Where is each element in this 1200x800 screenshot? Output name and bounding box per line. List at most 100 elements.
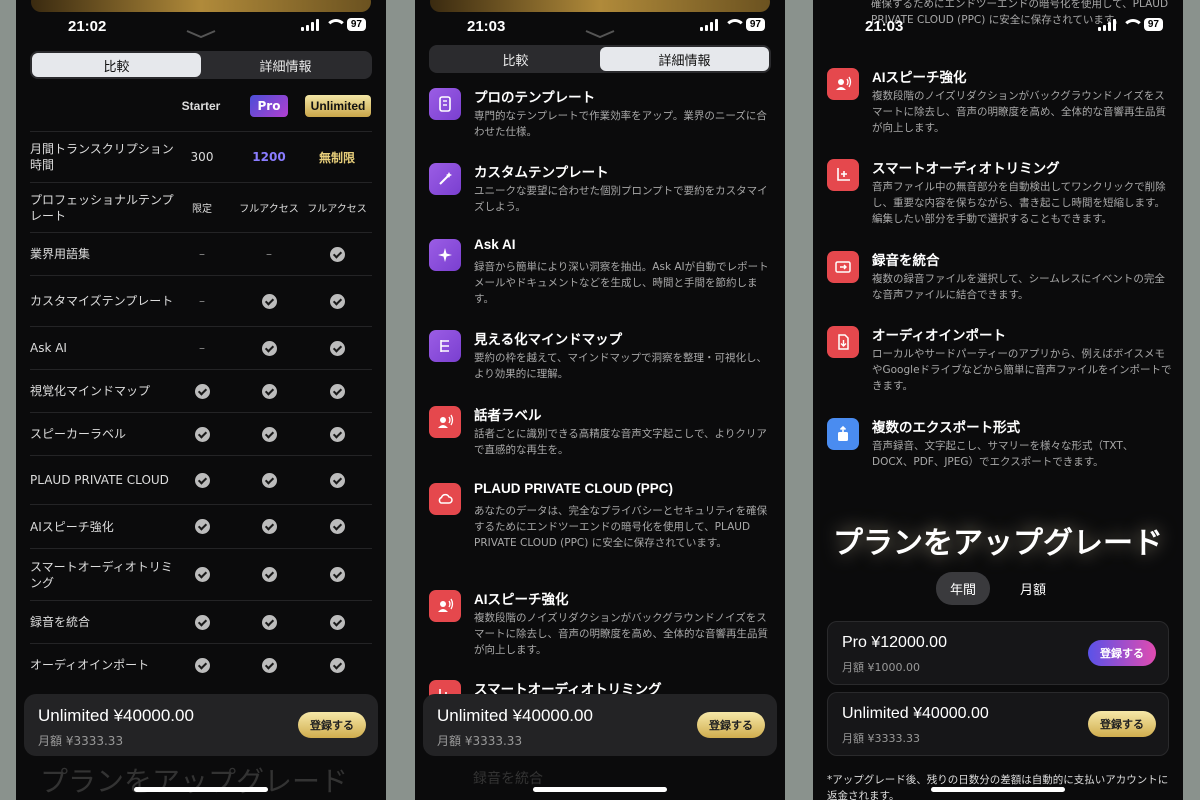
cell-pro: – <box>266 247 272 261</box>
table-row: 視覚化マインドマップ <box>30 369 372 412</box>
tab-details[interactable]: 詳細情報 <box>201 53 370 77</box>
cell-unlimited <box>305 246 369 262</box>
cell-starter: 300 <box>190 150 214 164</box>
table-row: プロフェッショナルテンプレート 限定 フルアクセス フルアクセス <box>30 182 372 232</box>
subscribe-pro-button[interactable]: 登録する <box>1088 640 1156 666</box>
chevron-down-icon[interactable] <box>186 30 216 38</box>
cell-pro <box>237 383 301 399</box>
check-icon <box>261 340 277 356</box>
feature-label: オーディオインポート <box>30 658 150 672</box>
feature-title: スマートオーディオトリミング <box>872 161 1060 176</box>
cell-unlimited <box>305 657 369 673</box>
home-indicator[interactable] <box>533 787 667 792</box>
cell-starter: 限定 <box>192 204 212 215</box>
custom-template-icon <box>429 163 461 195</box>
plan-card-unlimited[interactable]: Unlimited ¥40000.00 月額 ¥3333.33 登録する <box>827 692 1169 756</box>
plan-header-unlimited: Unlimited <box>305 95 371 117</box>
segment-control: 比較 詳細情報 <box>30 51 372 79</box>
feature-description: 音声録音、文字起こし、サマリーを様々な形式（TXT、DOCX、PDF、JPEG）… <box>872 440 1134 468</box>
cell-unlimited <box>305 340 369 356</box>
feature-description: 複数段階のノイズリダクションがバックグラウンドノイズをスマートに除去し、音声の明… <box>474 612 768 656</box>
feature-label: カスタマイズテンプレート <box>30 294 174 308</box>
cell-starter: – <box>199 247 205 261</box>
billing-monthly[interactable]: 月額 <box>1006 572 1060 605</box>
status-bar: 21:03 97 <box>415 12 785 42</box>
signal-icon <box>1097 18 1116 31</box>
wifi-icon <box>324 18 347 31</box>
cell-unlimited <box>305 472 369 488</box>
plan-headers: Starter Pro Unlimited <box>16 95 386 119</box>
home-indicator[interactable] <box>931 787 1065 792</box>
check-icon <box>261 614 277 630</box>
subscribe-button[interactable]: 登録する <box>697 712 765 738</box>
check-icon <box>261 472 277 488</box>
subscribe-unlimited-button[interactable]: 登録する <box>1088 711 1156 737</box>
cell-pro: 1200 <box>252 150 286 164</box>
signal-icon <box>699 18 718 31</box>
cell-pro <box>237 340 301 356</box>
feature-label: プロフェッショナルテンプレート <box>30 192 174 223</box>
speaker-icon <box>429 406 461 438</box>
plan-card-pro[interactable]: Pro ¥12000.00 月額 ¥1000.00 登録する <box>827 621 1169 685</box>
status-bar: 21:03 97 <box>813 12 1183 42</box>
tab-compare[interactable]: 比較 <box>32 53 201 77</box>
check-icon <box>194 426 210 442</box>
feature-description: 音声ファイル中の無音部分を自動検出してワンクリックで削除し、重要な内容を保ちなが… <box>872 181 1166 225</box>
battery-icon: 97 <box>745 18 765 31</box>
plan-name: Unlimited ¥40000.00 <box>437 706 593 725</box>
cell-unlimited <box>305 567 369 582</box>
check-icon <box>194 567 210 582</box>
template-icon <box>429 88 461 120</box>
plan-header-pro: Pro <box>250 95 288 117</box>
table-row: 月間トランスクリプション時間 300 1200 無制限 <box>30 131 372 182</box>
cell-unlimited <box>305 519 369 534</box>
signal-icon <box>300 18 319 31</box>
chevron-down-icon[interactable] <box>585 30 615 38</box>
battery-icon: 97 <box>1143 18 1163 31</box>
check-icon <box>329 246 345 262</box>
cell-unlimited <box>305 293 369 309</box>
check-icon <box>329 472 345 488</box>
feature-title: 録音を統合 <box>872 253 940 268</box>
table-row: AIスピーチ強化 <box>30 504 372 548</box>
check-icon <box>329 293 345 309</box>
cloud-icon <box>429 483 461 515</box>
feature-title: 複数のエクスポート形式 <box>872 420 1021 435</box>
feature-title: オーディオインポート <box>872 328 1007 343</box>
cell-pro <box>237 614 301 630</box>
clock: 21:02 <box>68 18 107 35</box>
cell-unlimited <box>305 614 369 630</box>
subscribe-button[interactable]: 登録する <box>298 712 366 738</box>
check-icon <box>194 614 210 630</box>
feature-label: 録音を統合 <box>30 615 91 629</box>
check-icon <box>329 383 345 399</box>
cell-starter <box>170 472 234 488</box>
feature-title: カスタムテンプレート <box>474 165 609 180</box>
selected-plan-card[interactable]: Unlimited ¥40000.00 月額 ¥3333.33 登録する <box>24 694 378 756</box>
tab-details[interactable]: 詳細情報 <box>600 47 769 71</box>
home-indicator[interactable] <box>134 787 268 792</box>
selected-plan-card[interactable]: Unlimited ¥40000.00 月額 ¥3333.33 登録する <box>423 694 777 756</box>
check-icon <box>194 472 210 488</box>
cell-starter <box>170 614 234 630</box>
feature-title: Ask AI <box>474 237 516 252</box>
feature-description: ユニークな要望に合わせた個別プロンプトで要約をカスタマイズしよう。 <box>474 185 768 213</box>
feature-description: 複数段階のノイズリダクションがバックグラウンドノイズをスマートに除去し、音声の明… <box>872 90 1166 134</box>
import-icon <box>827 326 859 358</box>
battery-icon: 97 <box>346 18 366 31</box>
check-icon <box>329 426 345 442</box>
gold-banner <box>430 0 770 12</box>
tab-compare[interactable]: 比較 <box>431 47 600 71</box>
feature-label: Ask AI <box>30 341 67 355</box>
feature-title: PLAUD PRIVATE CLOUD (PPC) <box>474 481 673 496</box>
status-icons: 97 <box>1097 18 1163 31</box>
feature-description: 専門的なテンプレートで作業効率をアップ。業界のニーズに合わせた仕様。 <box>474 110 767 138</box>
plan-name: Pro ¥12000.00 <box>842 634 947 651</box>
feature-label: AIスピーチ強化 <box>30 519 114 534</box>
billing-toggle: 年間 月額 <box>813 572 1183 605</box>
feature-title: 見える化マインドマップ <box>474 332 623 347</box>
billing-annual[interactable]: 年間 <box>935 572 990 605</box>
table-row: カスタマイズテンプレート – <box>30 275 372 326</box>
check-icon <box>261 519 277 534</box>
feature-title: AIスピーチ強化 <box>474 592 569 607</box>
